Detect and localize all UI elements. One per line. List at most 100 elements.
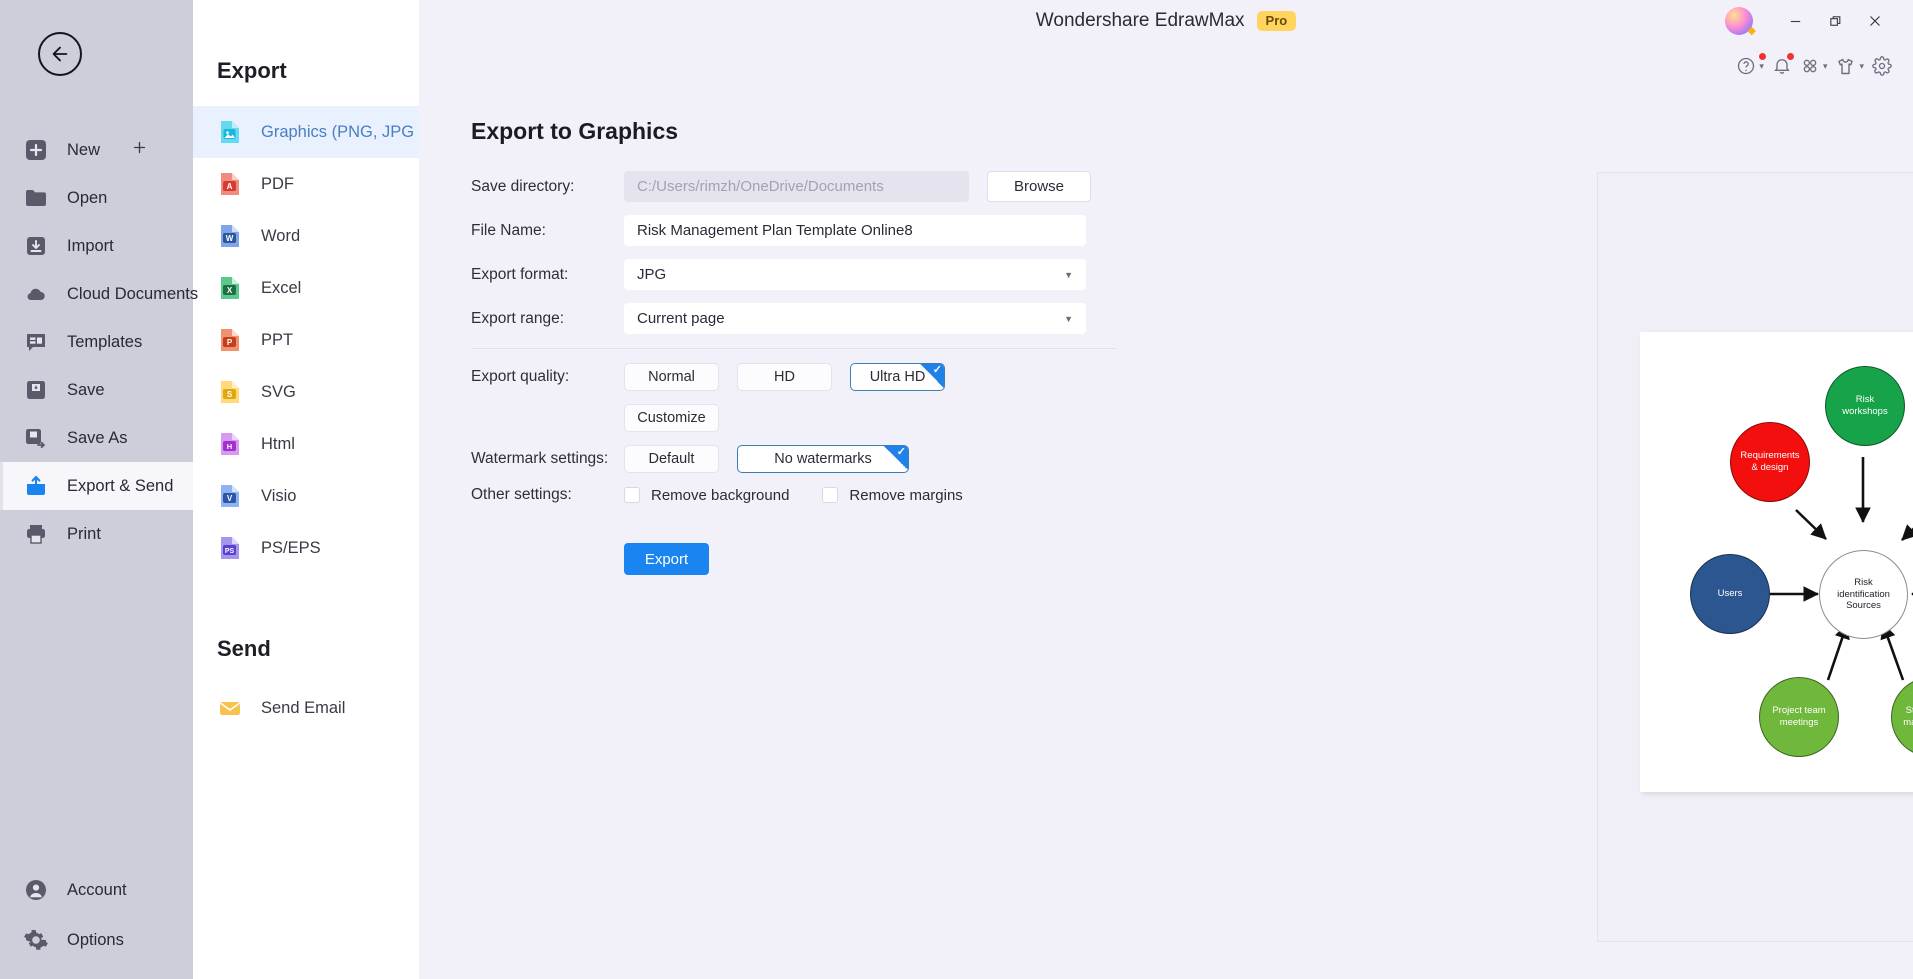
ps-eps-file-icon: PS xyxy=(217,535,243,561)
notification-bell-icon[interactable] xyxy=(1769,52,1795,80)
browse-button[interactable]: Browse xyxy=(987,171,1091,202)
remove-margins-checkbox[interactable] xyxy=(822,487,839,503)
top-toolbar: ▾ ▾ ▾ xyxy=(1733,48,1895,84)
checkbox-group: Remove background Remove margins xyxy=(624,487,996,504)
user-avatar[interactable]: ◆ xyxy=(1725,7,1756,37)
apps-grid-icon[interactable]: ▾ xyxy=(1797,52,1831,80)
remove-margins-label: Remove margins xyxy=(849,486,963,504)
format-label: Html xyxy=(261,434,295,453)
watermark-option-no-watermarks[interactable]: No watermarks ✓ xyxy=(737,445,909,473)
nav-item-account[interactable]: Account xyxy=(0,865,193,915)
export-format-label: Export format: xyxy=(471,265,569,283)
export-send-icon xyxy=(24,474,48,498)
format-label: PDF xyxy=(261,174,294,193)
format-item-graphics[interactable]: Graphics (PNG, JPG et... xyxy=(193,106,419,158)
plus-icon[interactable] xyxy=(131,139,148,161)
node-line1: Project team xyxy=(1772,705,1826,717)
help-icon[interactable]: ▾ xyxy=(1733,52,1767,80)
image-file-icon xyxy=(217,119,243,145)
diagram-canvas: Risk identification Sources Risk workshop… xyxy=(1640,332,1913,792)
format-item-excel[interactable]: X Excel xyxy=(193,262,419,314)
import-icon xyxy=(24,234,48,258)
file-name-label: File Name: xyxy=(471,221,546,239)
notification-dot xyxy=(1786,53,1794,60)
settings-gear-icon[interactable] xyxy=(1869,52,1895,80)
export-button[interactable]: Export xyxy=(624,543,709,575)
format-label: Visio xyxy=(261,486,297,505)
nav-item-export-and-send[interactable]: Export & Send xyxy=(0,462,193,510)
html-file-icon: H xyxy=(217,431,243,457)
new-document-icon xyxy=(24,138,48,162)
export-format-value: JPG xyxy=(637,266,667,283)
quality-option-hd[interactable]: HD xyxy=(737,363,832,391)
theme-shirt-icon[interactable]: ▾ xyxy=(1832,52,1867,81)
pdf-file-icon: A xyxy=(217,171,243,197)
premium-badge-icon: ◆ xyxy=(1747,25,1756,37)
format-label: Word xyxy=(261,226,301,245)
chevron-down-icon[interactable]: ▾ xyxy=(1823,61,1828,72)
nav-item-open[interactable]: Open xyxy=(0,174,193,222)
format-item-html[interactable]: H Html xyxy=(193,418,419,470)
format-item-svg[interactable]: S SVG xyxy=(193,366,419,418)
center-line3: Sources xyxy=(1846,600,1881,612)
node-line2: workshops xyxy=(1842,406,1888,417)
watermark-option-label: No watermarks xyxy=(774,451,872,467)
nav-item-print[interactable]: Print xyxy=(0,510,193,558)
file-name-input[interactable]: Risk Management Plan Template Online8 xyxy=(624,215,1086,246)
nav-item-save[interactable]: Save xyxy=(0,366,193,414)
customize-button[interactable]: Customize xyxy=(624,404,719,432)
svg-text:V: V xyxy=(227,494,233,503)
svg-text:W: W xyxy=(226,234,234,243)
back-button-wrap xyxy=(0,0,193,108)
format-item-visio[interactable]: V Visio xyxy=(193,470,419,522)
nav-item-options[interactable]: Options xyxy=(0,915,193,965)
watermark-option-default[interactable]: Default xyxy=(624,445,719,473)
nav-label: Templates xyxy=(67,332,143,351)
nav-label: Import xyxy=(67,236,114,255)
restore-button[interactable] xyxy=(1815,0,1855,42)
nav-label: Export & Send xyxy=(67,476,174,495)
export-range-select[interactable]: Current page ▼ xyxy=(624,303,1086,334)
node-line1: Requirements xyxy=(1740,450,1800,462)
row-file-name: File Name: Risk Management Plan Template… xyxy=(471,215,1171,246)
quality-option-ultra-hd[interactable]: Ultra HD ✓ xyxy=(850,363,945,391)
nav-item-save-as[interactable]: Save As xyxy=(0,414,193,462)
node-line2: & design xyxy=(1751,462,1789,473)
node-line2: meetings xyxy=(1779,717,1819,728)
center-line1: Risk xyxy=(1854,576,1873,588)
format-item-word[interactable]: W Word xyxy=(193,210,419,262)
back-arrow-icon[interactable] xyxy=(38,32,82,76)
nav-label: Save xyxy=(67,380,105,399)
chevron-down-icon[interactable]: ▾ xyxy=(1759,61,1764,72)
quality-option-normal[interactable]: Normal xyxy=(624,363,719,391)
export-form: Export to Graphics Save directory: C:/Us… xyxy=(471,118,1171,575)
ppt-file-icon: P xyxy=(217,327,243,353)
minimize-button[interactable] xyxy=(1775,0,1815,42)
format-item-pdf[interactable]: A PDF xyxy=(193,158,419,210)
nav-item-import[interactable]: Import xyxy=(0,222,193,270)
cloud-icon xyxy=(24,282,48,306)
format-label: Graphics (PNG, JPG et... xyxy=(261,122,419,141)
format-item-ppt[interactable]: P PPT xyxy=(193,314,419,366)
save-directory-input[interactable]: C:/Users/rimzh/OneDrive/Documents xyxy=(624,171,969,202)
save-floppy-icon xyxy=(24,378,48,402)
chevron-down-icon: ▼ xyxy=(1064,269,1073,280)
diagram-node-center: Risk identification Sources xyxy=(1819,550,1908,639)
remove-background-checkbox[interactable] xyxy=(624,487,640,503)
watermark-label: Watermark settings: xyxy=(471,450,609,467)
close-button[interactable] xyxy=(1855,0,1895,42)
nav-item-templates[interactable]: Templates xyxy=(0,318,193,366)
nav-item-cloud-documents[interactable]: Cloud Documents xyxy=(0,270,198,318)
nav-item-new[interactable]: New xyxy=(0,126,193,174)
svg-text:PS: PS xyxy=(225,548,235,555)
row-save-directory: Save directory: C:/Users/rimzh/OneDrive/… xyxy=(471,171,1171,202)
nav-label: Cloud Documents xyxy=(67,284,199,303)
export-format-select[interactable]: JPG ▼ xyxy=(624,259,1086,290)
send-item-email[interactable]: Send Email xyxy=(193,682,419,734)
nav-label: Print xyxy=(67,524,101,543)
chevron-down-icon[interactable]: ▾ xyxy=(1859,61,1864,72)
export-range-label: Export range: xyxy=(471,309,565,327)
pro-badge: Pro xyxy=(1256,11,1297,31)
notification-dot xyxy=(1758,53,1766,60)
format-item-ps-eps[interactable]: PS PS/EPS xyxy=(193,522,419,574)
